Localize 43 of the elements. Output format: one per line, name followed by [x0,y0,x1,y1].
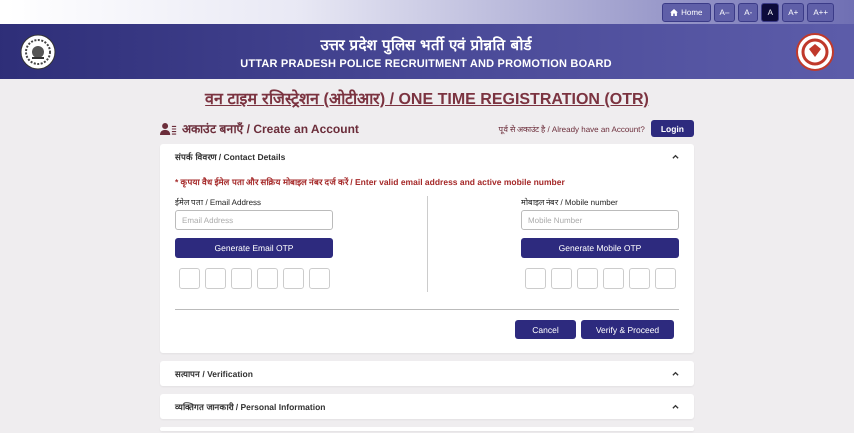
otp-digit-field[interactable] [577,268,598,289]
action-button[interactable]: Cancel [515,320,576,339]
otp-digit-field[interactable] [629,268,650,289]
font-size-button[interactable]: A– [714,2,736,22]
login-button[interactable]: Login [650,120,694,137]
font-size-button[interactable]: A- [738,2,758,22]
input-field[interactable]: Mobile Number [521,210,679,230]
chevron-up-icon[interactable] [672,371,679,376]
page-title: वन टाइम रजिस्ट्रेशन (ओटीआर) / ONE TIME REGISTRATION (OTR) [205,88,649,109]
login-prompt: पूर्व से अकाउंट है / Already have an Account? [498,124,645,134]
input-field[interactable]: Email Address [175,210,333,230]
field-label: ईमेल पता / Email Address [175,196,262,207]
header-title: उत्तर प्रदेश पुलिस भर्ती एवं प्रोन्नति बोर्ड [319,34,533,54]
otp-digit-field[interactable] [205,268,226,289]
user-list-icon [160,122,177,136]
font-size-button[interactable]: A [761,2,780,22]
emblem-icon [20,34,56,70]
accordion-title[interactable]: सत्यापन / Verification [175,368,253,379]
generate-otp-button[interactable]: Generate Mobile OTP [521,238,679,258]
chevron-up-icon[interactable] [672,404,679,409]
accordion-title[interactable]: व्यक्तिगत जानकारी / Personal Information [175,401,326,412]
chevron-up-icon[interactable] [672,154,679,159]
accordion-title[interactable]: संपर्क विवरण / Contact Details [175,151,286,162]
header-subtitle: UTTAR PRADESH POLICE RECRUITMENT AND PROMOTION BOARD [240,58,612,70]
home-button[interactable]: Home [662,2,710,22]
home-icon [670,8,678,16]
otp-digit-field[interactable] [603,268,624,289]
otp-digit-field[interactable] [551,268,572,289]
otp-digit-field[interactable] [309,268,330,289]
field-label: मोबाइल नंबर / Mobile number [521,196,619,207]
action-button[interactable]: Verify & Proceed [581,320,674,339]
otp-digit-field[interactable] [283,268,304,289]
otp-digit-field[interactable] [179,268,200,289]
otp-digit-field[interactable] [655,268,676,289]
emblem-icon [796,32,834,70]
section-heading: अकाउंट बनाएँ / Create an Account [182,121,359,137]
font-size-button[interactable]: A++ [807,2,834,22]
notice-text: * कृपया वैध ईमेल पता और सक्रिय मोबाइल नंबर दर्ज करें / Enter valid email address and active mobile number [175,176,566,187]
generate-otp-button[interactable]: Generate Email OTP [175,238,333,258]
otp-digit-field[interactable] [231,268,252,289]
font-size-button[interactable]: A+ [782,2,804,22]
otp-digit-field[interactable] [525,268,546,289]
otp-digit-field[interactable] [257,268,278,289]
